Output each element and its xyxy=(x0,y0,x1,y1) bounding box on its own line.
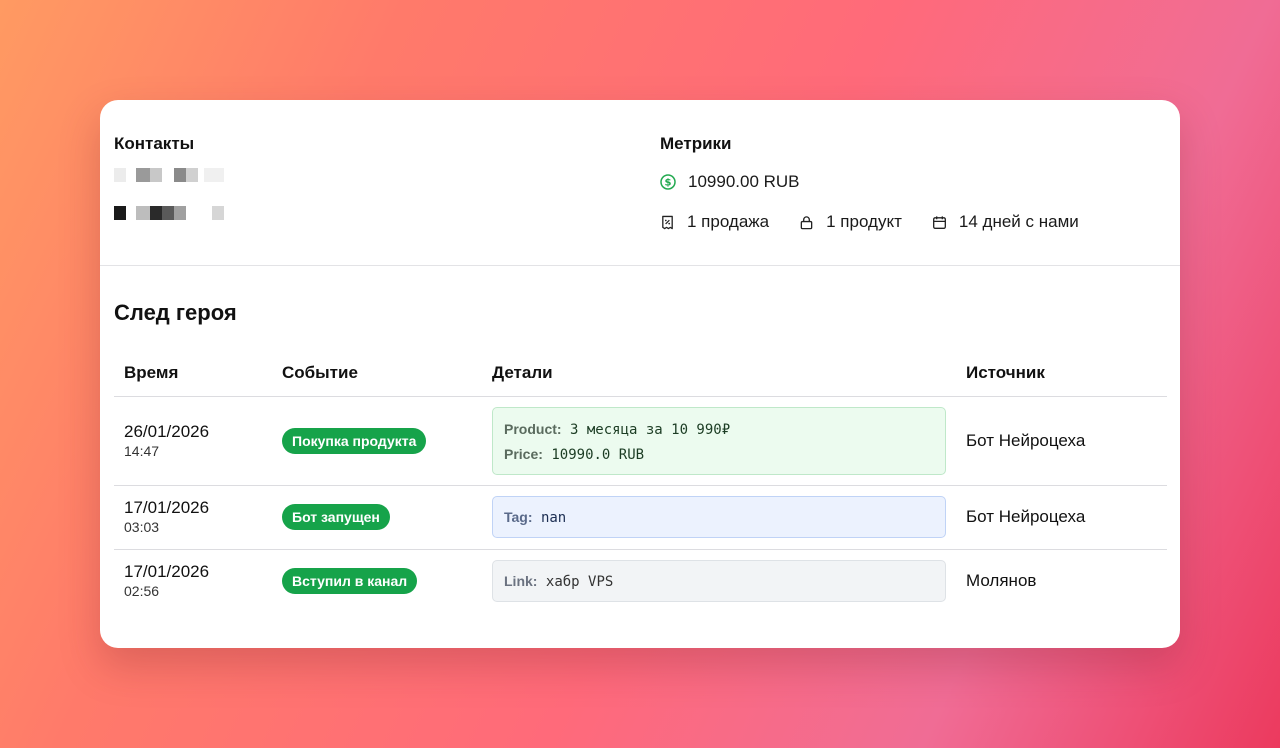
stats-row: 1 продажа 1 продукт 14 дней с нами xyxy=(660,212,1160,232)
column-header-details: Детали xyxy=(482,350,956,397)
source-cell: Молянов xyxy=(966,571,1037,591)
contacts-section: Контакты xyxy=(114,134,514,220)
table-row: 26/01/2026 14:47 Покупка продукта Produc… xyxy=(114,396,1167,486)
time-cell: 17/01/2026 02:56 xyxy=(114,549,272,613)
event-cell: Покупка продукта xyxy=(272,396,482,486)
products-count: 1 продукт xyxy=(799,212,902,232)
event-time: 03:03 xyxy=(124,519,160,535)
sales-label: 1 продажа xyxy=(687,212,770,231)
time-cell: 17/01/2026 03:03 xyxy=(114,485,272,550)
days-count: 14 дней с нами xyxy=(932,212,1079,232)
details-box: Tag: nan xyxy=(492,496,946,538)
event-time: 02:56 xyxy=(124,583,160,600)
detail-value: 10990.0 RUB xyxy=(551,446,645,463)
event-date: 17/01/2026 xyxy=(124,498,210,517)
event-badge: Вступил в канал xyxy=(282,568,418,595)
metrics-section: Метрики $ 10990.00 RUB 1 продажа 1 проду… xyxy=(660,134,1160,232)
contacts-title: Контакты xyxy=(114,134,195,153)
detail-key: Link: xyxy=(504,573,538,590)
column-header-event: Событие xyxy=(272,350,482,397)
customer-card: Контакты Метрики $ 10990.00 RUB 1 продаж… xyxy=(100,100,1180,648)
detail-key: Tag: xyxy=(504,509,533,525)
table-header-row: Время Событие Детали Источник xyxy=(114,350,1167,397)
event-badge: Бот запущен xyxy=(282,504,390,530)
table-row: 17/01/2026 03:03 Бот запущен Tag: nan Бо… xyxy=(114,485,1167,550)
detail-line: Product: 3 месяца за 10 990₽ xyxy=(504,420,934,445)
event-badge: Покупка продукта xyxy=(282,427,427,454)
revenue-amount: 10990.00 RUB xyxy=(688,172,800,191)
event-time: 14:47 xyxy=(124,442,160,459)
metrics-title: Метрики xyxy=(660,134,732,153)
detail-value: 3 месяца за 10 990₽ xyxy=(570,421,731,438)
section-title: След героя xyxy=(114,300,237,325)
redacted-contact xyxy=(114,206,514,220)
source-cell: Бот Нейроцеха xyxy=(956,396,1167,486)
svg-text:$: $ xyxy=(665,178,672,189)
receipt-icon xyxy=(662,215,673,229)
details-cell: Product: 3 месяца за 10 990₽ Price: 1099… xyxy=(482,396,956,486)
detail-value: nan xyxy=(540,510,567,526)
event-date: 26/01/2026 xyxy=(124,421,210,441)
revenue-metric: $ 10990.00 RUB xyxy=(660,172,1160,192)
source-cell: Бот Нейроцеха xyxy=(956,485,1167,550)
time-cell: 26/01/2026 14:47 xyxy=(114,396,272,486)
detail-value: хабр VPS xyxy=(545,574,614,591)
products-label: 1 продукт xyxy=(826,212,902,231)
sales-count: 1 продажа xyxy=(660,212,769,232)
card-header: Контакты Метрики $ 10990.00 RUB 1 продаж… xyxy=(100,100,1180,266)
dollar-circle-icon: $ xyxy=(660,174,676,190)
event-date: 17/01/2026 xyxy=(124,562,210,582)
days-label: 14 дней с нами xyxy=(958,212,1079,231)
event-cell: Вступил в канал xyxy=(272,549,482,613)
details-cell: Link: хабр VPS xyxy=(482,549,956,613)
redacted-contact xyxy=(114,168,514,182)
details-cell: Tag: nan xyxy=(482,485,956,550)
detail-key: Price: xyxy=(504,445,543,462)
lock-icon xyxy=(800,215,813,229)
detail-key: Product: xyxy=(504,420,562,437)
calendar-icon xyxy=(932,215,946,229)
column-header-time: Время xyxy=(114,350,272,397)
table-row: 17/01/2026 02:56 Вступил в канал Link: х… xyxy=(114,549,1167,613)
detail-line: Price: 10990.0 RUB xyxy=(504,445,934,470)
column-header-source: Источник xyxy=(956,350,1167,397)
details-box: Product: 3 месяца за 10 990₽ Price: 1099… xyxy=(492,406,946,475)
event-cell: Бот запущен xyxy=(272,485,482,550)
events-table: Время Событие Детали Источник 26/01/2026… xyxy=(114,350,1167,613)
details-box: Link: хабр VPS xyxy=(492,560,946,603)
